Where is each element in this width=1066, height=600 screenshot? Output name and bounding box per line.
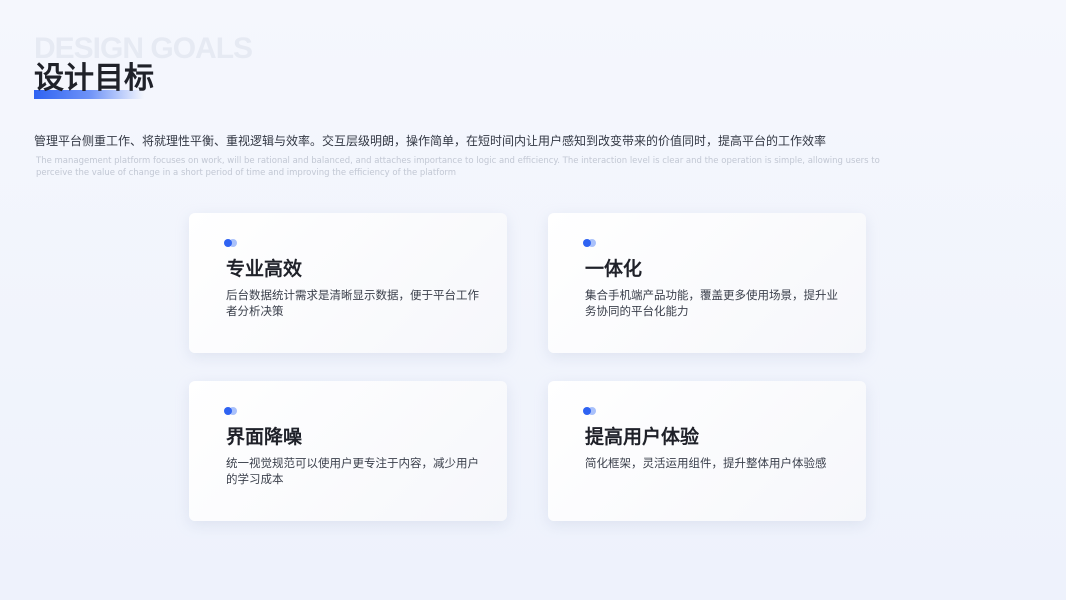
goal-card-text: 集合手机端产品功能，覆盖更多使用场景，提升业务协同的平台化能力 <box>585 288 838 318</box>
goal-card-title: 一体化 <box>585 258 643 280</box>
goal-card-integration: 一体化 集合手机端产品功能，覆盖更多使用场景，提升业务协同的平台化能力 <box>548 213 866 353</box>
bullet-dots-icon <box>224 407 237 415</box>
page-title: 设计目标 <box>34 61 154 96</box>
description-english-text: The management platform focuses on work,… <box>36 156 880 178</box>
goal-card-noise-reduction: 界面降噪 统一视觉规范可以使用户更专注于内容，减少用户的学习成本 <box>189 381 507 521</box>
slide-page: DESIGN GOALS 设计目标 管理平台侧重工作、将就理性平衡、重视逻辑与效… <box>0 0 1066 600</box>
bullet-dots-icon <box>583 239 596 247</box>
goal-card-text: 简化框架，灵活运用组件，提升整体用户体验感 <box>585 456 827 470</box>
goal-card-text: 后台数据统计需求是清晰显示数据，便于平台工作者分析决策 <box>226 288 479 318</box>
background-watermark-title: DESIGN GOALS <box>34 32 253 65</box>
description-text: 管理平台侧重工作、将就理性平衡、重视逻辑与效率。交互层级明朗，操作简单，在短时间… <box>34 134 827 148</box>
goal-card-professional: 专业高效 后台数据统计需求是清晰显示数据，便于平台工作者分析决策 <box>189 213 507 353</box>
bullet-dots-icon <box>583 407 596 415</box>
goal-card-title: 专业高效 <box>226 258 303 280</box>
goal-card-title: 界面降噪 <box>226 426 303 448</box>
goal-card-user-experience: 提高用户体验 简化框架，灵活运用组件，提升整体用户体验感 <box>548 381 866 521</box>
goal-card-title: 提高用户体验 <box>585 426 700 448</box>
goal-card-text: 统一视觉规范可以使用户更专注于内容，减少用户的学习成本 <box>226 456 479 486</box>
bullet-dots-icon <box>224 239 237 247</box>
